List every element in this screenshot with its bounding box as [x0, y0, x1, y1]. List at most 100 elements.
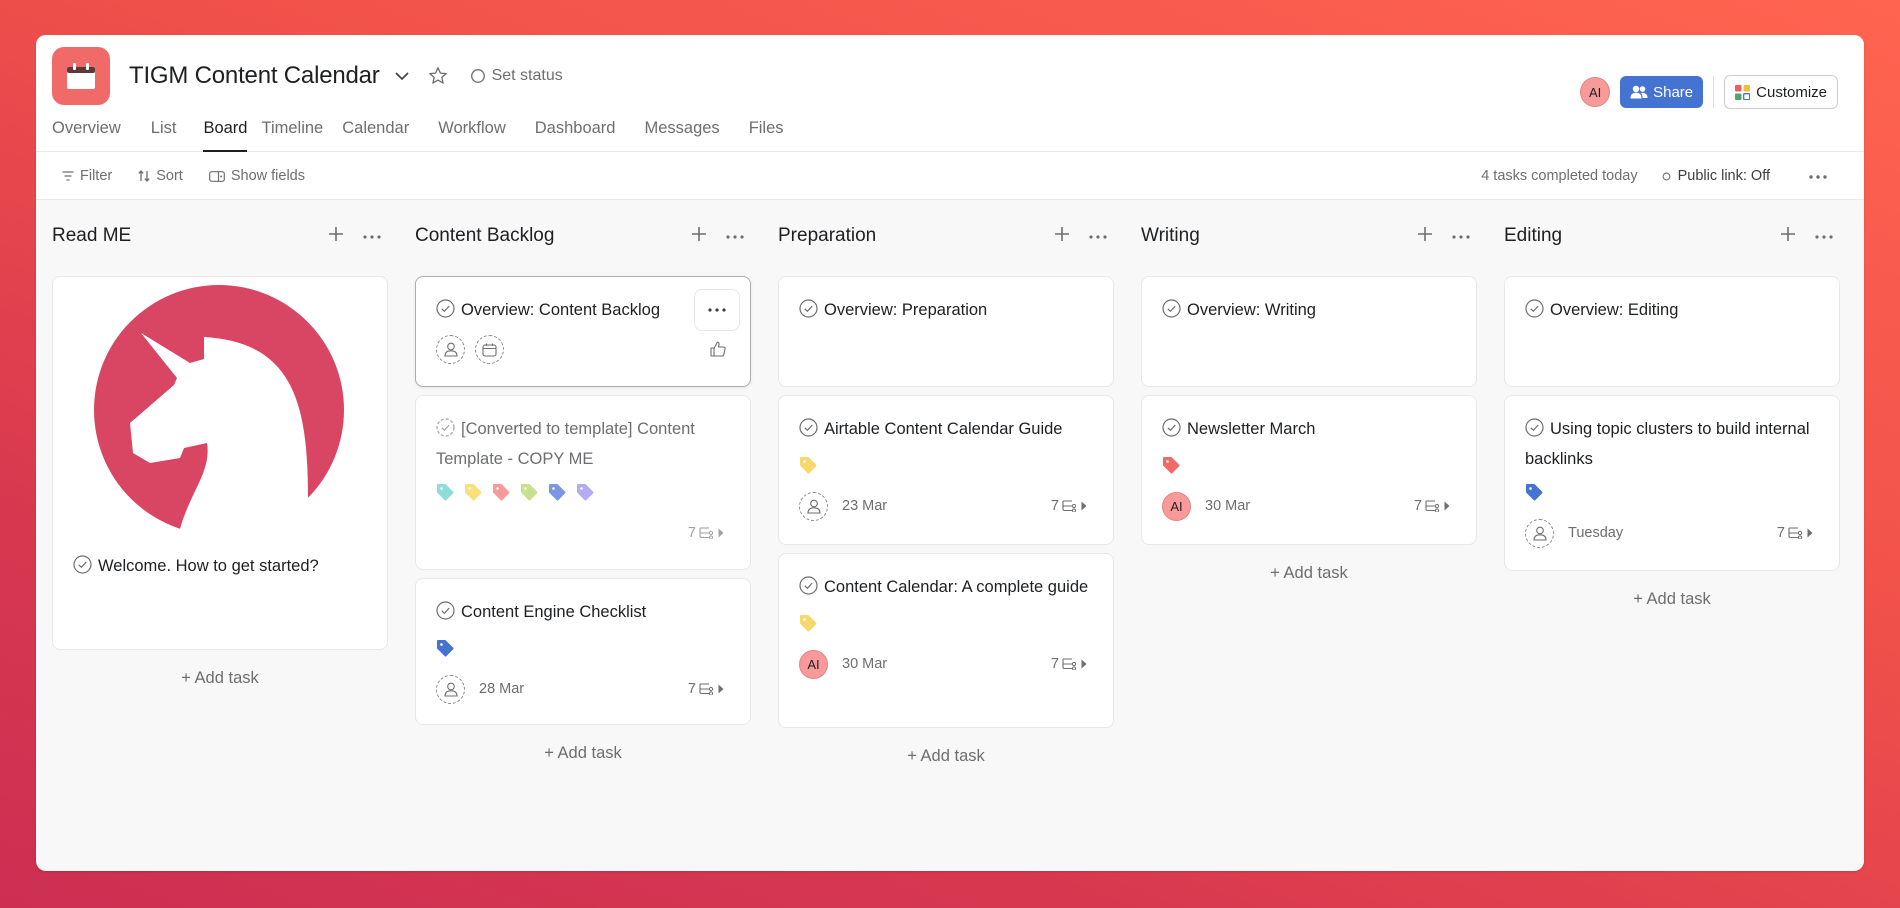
tab-messages[interactable]: Messages — [644, 117, 719, 152]
complete-check-icon[interactable] — [436, 299, 455, 327]
due-date[interactable]: Tuesday — [1568, 525, 1623, 541]
tab-dashboard[interactable]: Dashboard — [535, 117, 616, 152]
assign-user-icon[interactable] — [1525, 518, 1554, 548]
add-icon[interactable] — [328, 226, 344, 247]
tag-icon[interactable] — [1162, 456, 1180, 479]
subtask-count[interactable]: 7 — [688, 525, 724, 541]
complete-check-icon[interactable] — [436, 601, 455, 629]
complete-check-icon[interactable] — [799, 576, 818, 604]
public-link-button[interactable]: Public link: Off — [1662, 168, 1770, 184]
assign-user-icon[interactable] — [436, 335, 465, 364]
column-title[interactable]: Read ME — [52, 225, 131, 247]
add-task-button[interactable]: + Add task — [52, 658, 388, 698]
complete-check-icon[interactable] — [1162, 418, 1181, 446]
add-task-button[interactable]: + Add task — [415, 733, 751, 773]
task-card[interactable]: Using topic clusters to build internal b… — [1504, 395, 1840, 571]
tag-icon[interactable] — [799, 456, 817, 479]
due-date[interactable]: 30 Mar — [1205, 498, 1250, 514]
set-status-button[interactable]: Set status — [470, 67, 563, 85]
tab-board[interactable]: Board — [203, 117, 248, 152]
tab-overview[interactable]: Overview — [52, 117, 121, 152]
subtask-count[interactable]: 7 — [1051, 656, 1087, 672]
subtask-count[interactable]: 7 — [1777, 525, 1813, 541]
task-card[interactable]: Overview: Editing — [1504, 276, 1840, 387]
complete-check-icon[interactable] — [1162, 299, 1181, 327]
star-icon[interactable] — [428, 66, 448, 86]
subtask-count-value: 7 — [687, 681, 696, 697]
due-date[interactable]: 28 Mar — [479, 681, 524, 697]
task-card[interactable]: Overview: Writing — [1141, 276, 1477, 387]
more-options-icon[interactable] — [1808, 167, 1828, 185]
column-more-icon[interactable] — [1088, 227, 1108, 245]
assign-user-icon[interactable] — [436, 674, 465, 704]
tag-icon[interactable] — [464, 483, 482, 506]
task-card[interactable]: Content Engine Checklist 28 Mar 7 — [415, 578, 751, 725]
task-card[interactable]: [Converted to template] Content Template… — [415, 395, 751, 570]
complete-check-icon[interactable] — [1525, 299, 1544, 327]
chevron-down-icon[interactable] — [394, 71, 410, 81]
project-icon[interactable] — [52, 47, 110, 105]
task-card[interactable]: Newsletter March AI 30 Mar 7 — [1141, 395, 1477, 545]
column-more-icon[interactable] — [1451, 227, 1471, 245]
subtask-count[interactable]: 7 — [1414, 498, 1450, 514]
add-icon[interactable] — [691, 226, 707, 247]
project-title[interactable]: TIGM Content Calendar — [129, 62, 380, 90]
column-title[interactable]: Editing — [1504, 225, 1562, 247]
subtask-icon — [1788, 527, 1803, 539]
complete-check-icon[interactable] — [73, 555, 92, 583]
add-task-button[interactable]: + Add task — [1141, 553, 1477, 593]
tab-list[interactable]: List — [151, 117, 177, 152]
assignee-avatar[interactable]: AI — [799, 649, 828, 679]
tab-calendar[interactable]: Calendar — [342, 117, 409, 152]
customize-button[interactable]: Customize — [1724, 75, 1838, 109]
share-button[interactable]: Share — [1620, 76, 1704, 108]
assignee-avatar[interactable]: AI — [1162, 491, 1191, 521]
complete-check-icon[interactable] — [799, 299, 818, 327]
filter-button[interactable]: Filter — [62, 168, 112, 184]
column-title[interactable]: Writing — [1141, 225, 1200, 247]
tag-icon[interactable] — [436, 639, 454, 662]
subtask-count[interactable]: 7 — [1051, 498, 1087, 514]
tag-icon[interactable] — [576, 483, 594, 506]
add-task-button[interactable]: + Add task — [1504, 579, 1840, 619]
complete-check-icon[interactable] — [1525, 418, 1544, 446]
complete-check-icon[interactable] — [799, 418, 818, 446]
tag-icon[interactable] — [799, 614, 817, 637]
tab-workflow[interactable]: Workflow — [438, 117, 506, 152]
add-task-button[interactable]: + Add task — [778, 736, 1114, 776]
status-dot-icon — [1662, 172, 1671, 180]
task-card[interactable]: Overview: Preparation — [778, 276, 1114, 387]
task-card[interactable]: Airtable Content Calendar Guide 23 Mar 7 — [778, 395, 1114, 545]
add-icon[interactable] — [1054, 226, 1070, 247]
column-title[interactable]: Content Backlog — [415, 225, 554, 247]
card-more-icon[interactable] — [694, 289, 740, 331]
tag-icon[interactable] — [520, 483, 538, 506]
tag-icon[interactable] — [436, 483, 454, 506]
add-icon[interactable] — [1780, 226, 1796, 247]
sort-button[interactable]: Sort — [138, 168, 183, 184]
assign-user-icon[interactable] — [799, 491, 828, 521]
tab-files[interactable]: Files — [749, 117, 784, 152]
due-date[interactable]: 23 Mar — [842, 498, 887, 514]
column-more-icon[interactable] — [362, 227, 382, 245]
task-card[interactable]: Welcome. How to get started? — [52, 276, 388, 650]
caret-right-icon — [1807, 528, 1813, 538]
show-fields-button[interactable]: Show fields — [208, 168, 305, 184]
like-icon[interactable] — [710, 341, 726, 362]
subtask-count[interactable]: 7 — [688, 681, 724, 697]
column-title[interactable]: Preparation — [778, 225, 876, 247]
tag-icon[interactable] — [548, 483, 566, 506]
column-more-icon[interactable] — [725, 227, 745, 245]
caret-right-icon — [1444, 501, 1450, 511]
tag-icon[interactable] — [492, 483, 510, 506]
tag-icon[interactable] — [1525, 483, 1543, 506]
due-date[interactable]: 30 Mar — [842, 656, 887, 672]
task-card[interactable]: Overview: Content Backlog — [415, 276, 751, 387]
column-more-icon[interactable] — [1814, 227, 1834, 245]
template-check-icon[interactable] — [436, 418, 455, 446]
tab-timeline[interactable]: Timeline — [261, 117, 323, 152]
add-icon[interactable] — [1417, 226, 1433, 247]
due-date-icon[interactable] — [475, 335, 504, 364]
user-avatar[interactable]: AI — [1580, 77, 1611, 107]
task-card[interactable]: Content Calendar: A complete guide AI 30… — [778, 553, 1114, 728]
